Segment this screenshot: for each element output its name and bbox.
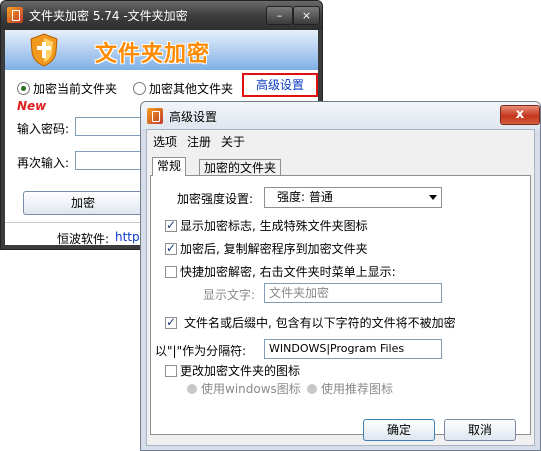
strength-select-value: 强度: 普通: [277, 190, 333, 204]
advanced-window-title: 高级设置: [169, 110, 218, 124]
checkbox-show-mark[interactable]: 显示加密标志, 生成特殊文件夹图标: [165, 217, 368, 234]
radio-encrypt-current[interactable]: 加密当前文件夹: [17, 80, 117, 97]
advanced-titlebar[interactable]: 高级设置 x: [141, 102, 540, 129]
new-badge: New: [17, 99, 47, 113]
confirm-password-input[interactable]: [75, 151, 141, 170]
checkbox-unchecked: [165, 365, 177, 377]
general-panel: 加密强度设置: 强度: 普通 显示加密标志, 生成特殊文件夹图标 加密后, 复制…: [150, 175, 531, 435]
main-window-title: 文件夹加密 5.74 -文件夹加密: [29, 9, 188, 23]
strength-select[interactable]: 强度: 普通: [264, 187, 442, 208]
checkbox-copy-decrypt-label: 加密后, 复制解密程序到加密文件夹: [180, 242, 368, 256]
radio-encrypt-other-label: 加密其他文件夹: [149, 82, 234, 96]
checkbox-quick-decrypt[interactable]: 快捷加密解密, 右击文件夹时菜单上显示:: [165, 263, 396, 280]
banner: 文件夹加密: [5, 30, 318, 70]
checkbox-exclude-label: 文件名或后缀中, 包含有以下字符的文件将不被加密: [184, 316, 456, 330]
menu-bar: 选项 注册 关于: [147, 130, 534, 150]
checkbox-show-mark-label: 显示加密标志, 生成特殊文件夹图标: [180, 219, 368, 233]
strength-label: 加密强度设置:: [177, 192, 254, 206]
radio-encrypt-current-label: 加密当前文件夹: [33, 82, 118, 96]
close-button[interactable]: ×: [293, 6, 320, 25]
display-text-label: 显示文字:: [203, 288, 256, 302]
app-icon: [147, 108, 163, 124]
password-label: 输入密码:: [17, 122, 70, 136]
advanced-client: 选项 注册 关于 常规 加密的文件夹 加密强度设置: 强度: 普通 显示加密标志…: [146, 129, 535, 446]
footer-link[interactable]: http: [115, 230, 140, 244]
main-titlebar[interactable]: 文件夹加密 5.74 -文件夹加密 – ×: [1, 1, 322, 30]
display-text-input[interactable]: 文件夹加密: [264, 283, 442, 303]
ok-button[interactable]: 确定: [363, 419, 435, 441]
menu-options[interactable]: 选项: [153, 133, 177, 150]
minimize-button[interactable]: –: [266, 6, 293, 25]
checkbox-exclude[interactable]: 文件名或后缀中, 包含有以下字符的文件将不被加密: [165, 314, 456, 331]
footer-text: 恒波软件:: [57, 232, 110, 246]
shield-icon: [30, 33, 58, 67]
checkbox-copy-decrypt[interactable]: 加密后, 复制解密程序到加密文件夹: [165, 240, 368, 257]
advanced-settings-window: 高级设置 x 选项 注册 关于 常规 加密的文件夹 加密强度设置: 强度: 普通…: [140, 101, 541, 451]
encrypt-button[interactable]: 加密: [23, 191, 143, 215]
menu-register[interactable]: 注册: [187, 133, 211, 150]
radio-indicator: [307, 384, 317, 394]
confirm-password-label: 再次输入:: [17, 156, 70, 170]
exclude-pattern-input[interactable]: WINDOWS|Program Files: [264, 339, 442, 359]
radio-indicator: [187, 384, 197, 394]
banner-title: 文件夹加密: [95, 42, 211, 67]
checkbox-quick-decrypt-label: 快捷加密解密, 右击文件夹时菜单上显示:: [180, 265, 396, 279]
radio-recommended-icon-label: 使用推荐图标: [321, 382, 394, 396]
checkbox-change-icon-label: 更改加密文件夹的图标: [180, 364, 301, 378]
cancel-button[interactable]: 取消: [444, 419, 516, 441]
checkbox-checked: [165, 218, 177, 232]
radio-indicator-selected: [17, 82, 30, 95]
tab-general[interactable]: 常规: [152, 157, 187, 176]
menu-about[interactable]: 关于: [221, 133, 245, 150]
tab-encrypted-folders[interactable]: 加密的文件夹: [199, 159, 282, 176]
password-input[interactable]: [75, 117, 141, 136]
app-icon: [7, 7, 23, 23]
radio-encrypt-other[interactable]: 加密其他文件夹: [133, 80, 233, 97]
checkbox-unchecked: [165, 266, 177, 278]
chevron-down-icon: [429, 195, 437, 200]
checkbox-change-icon[interactable]: 更改加密文件夹的图标: [165, 362, 300, 379]
radio-recommended-icon[interactable]: 使用推荐图标: [307, 380, 393, 397]
checkbox-checked: [165, 241, 177, 255]
radio-indicator: [133, 82, 146, 95]
checkbox-checked: [165, 315, 177, 329]
advanced-settings-link[interactable]: 高级设置: [242, 73, 318, 97]
radio-windows-icon[interactable]: 使用windows图标: [187, 380, 301, 397]
radio-windows-icon-label: 使用windows图标: [201, 382, 301, 396]
close-button[interactable]: x: [500, 105, 540, 125]
separator-label: 以"|"作为分隔符:: [155, 344, 247, 358]
